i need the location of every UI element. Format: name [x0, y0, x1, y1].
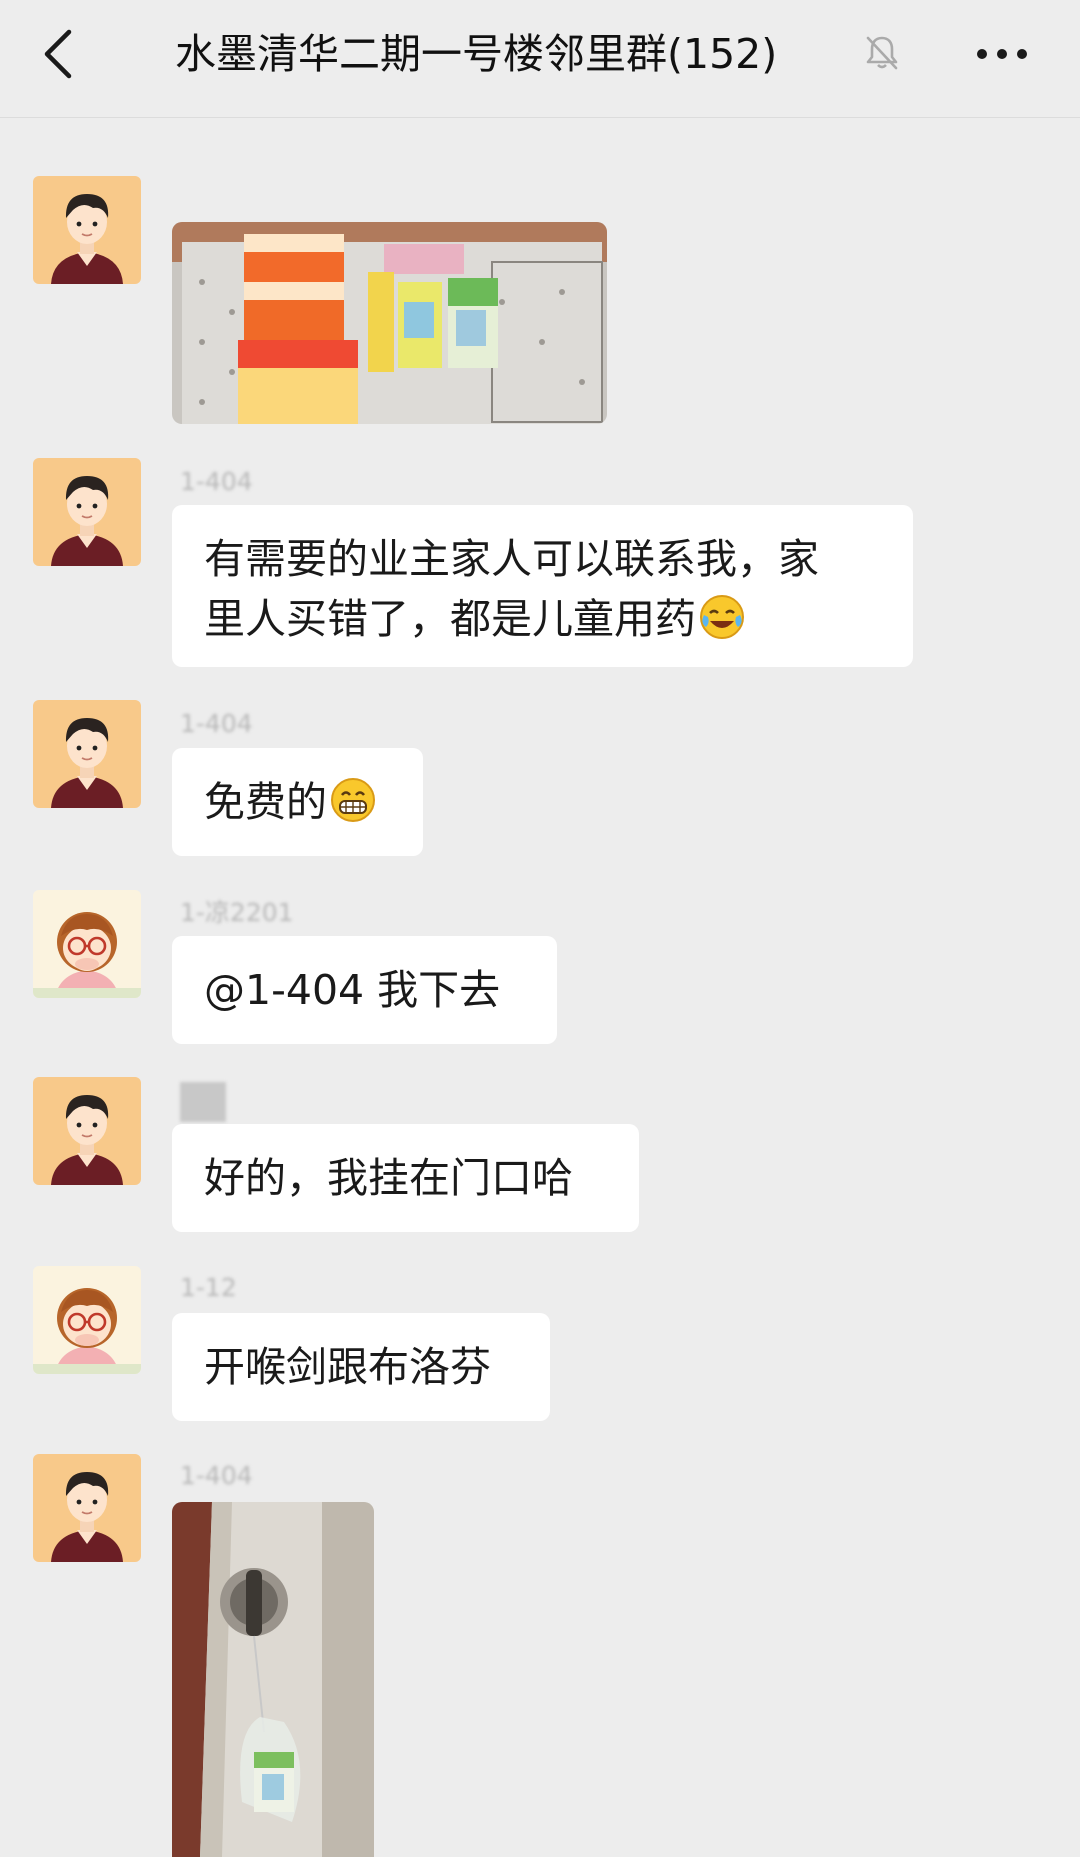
more-dots-icon [977, 49, 1027, 59]
avatar-man-icon [33, 458, 141, 566]
sender-name: 1-404 [180, 467, 253, 496]
chat-header: 水墨清华二期一号楼邻里群(152) [0, 0, 1080, 118]
message-bubble[interactable]: 有需要的业主家人可以联系我，家 里人买错了，都是儿童用药 [172, 505, 913, 667]
avatar-girl[interactable] [33, 1266, 141, 1374]
avatar-girl[interactable] [33, 890, 141, 998]
sender-name [180, 1082, 226, 1122]
laugh-cry-emoji [698, 593, 746, 641]
sender-name: 1-404 [180, 1461, 253, 1490]
avatar-man-icon [33, 176, 141, 284]
chat-title: 水墨清华二期一号楼邻里群(152) [175, 30, 778, 78]
sender-name: 1-12 [180, 1273, 237, 1302]
avatar-man[interactable] [33, 1454, 141, 1562]
timestamp-faint [450, 108, 640, 122]
avatar-man[interactable] [33, 176, 141, 284]
avatar-man-icon [33, 1454, 141, 1562]
grin-emoji [329, 776, 377, 824]
message-text: @1-404 我下去 [204, 966, 501, 1014]
message-text-line: 有需要的业主家人可以联系我，家 [204, 535, 819, 583]
avatar-man-icon [33, 1077, 141, 1185]
back-button[interactable] [30, 22, 86, 86]
message-bubble[interactable]: @1-404 我下去 [172, 936, 557, 1044]
message-text: 好的，我挂在门口哈 [204, 1154, 573, 1202]
bell-muted-icon [866, 36, 898, 70]
message-bubble[interactable]: 开喉剑跟布洛芬 [172, 1313, 550, 1421]
avatar-man[interactable] [33, 700, 141, 808]
message-bubble[interactable]: 免费的 [172, 748, 423, 856]
avatar-man-icon [33, 700, 141, 808]
sender-name [180, 180, 270, 212]
medicine-photo [172, 222, 607, 424]
avatar-man[interactable] [33, 1077, 141, 1185]
message-text: 开喉剑跟布洛芬 [204, 1343, 491, 1391]
avatar-girl-icon [33, 890, 141, 998]
chat-image-medicines[interactable] [172, 222, 607, 424]
more-button[interactable] [970, 30, 1034, 78]
sender-name: 1-凉2201 [180, 898, 294, 927]
message-bubble[interactable]: 好的，我挂在门口哈 [172, 1124, 639, 1232]
avatar-man[interactable] [33, 458, 141, 566]
door-photo [172, 1502, 374, 1857]
avatar-girl-icon [33, 1266, 141, 1374]
sender-name: 1-404 [180, 709, 253, 738]
message-text-line: 里人买错了，都是儿童用药 [204, 595, 696, 643]
chevron-left-icon [44, 29, 72, 79]
message-text: 免费的 [204, 778, 327, 826]
chat-image-door[interactable] [172, 1502, 374, 1857]
